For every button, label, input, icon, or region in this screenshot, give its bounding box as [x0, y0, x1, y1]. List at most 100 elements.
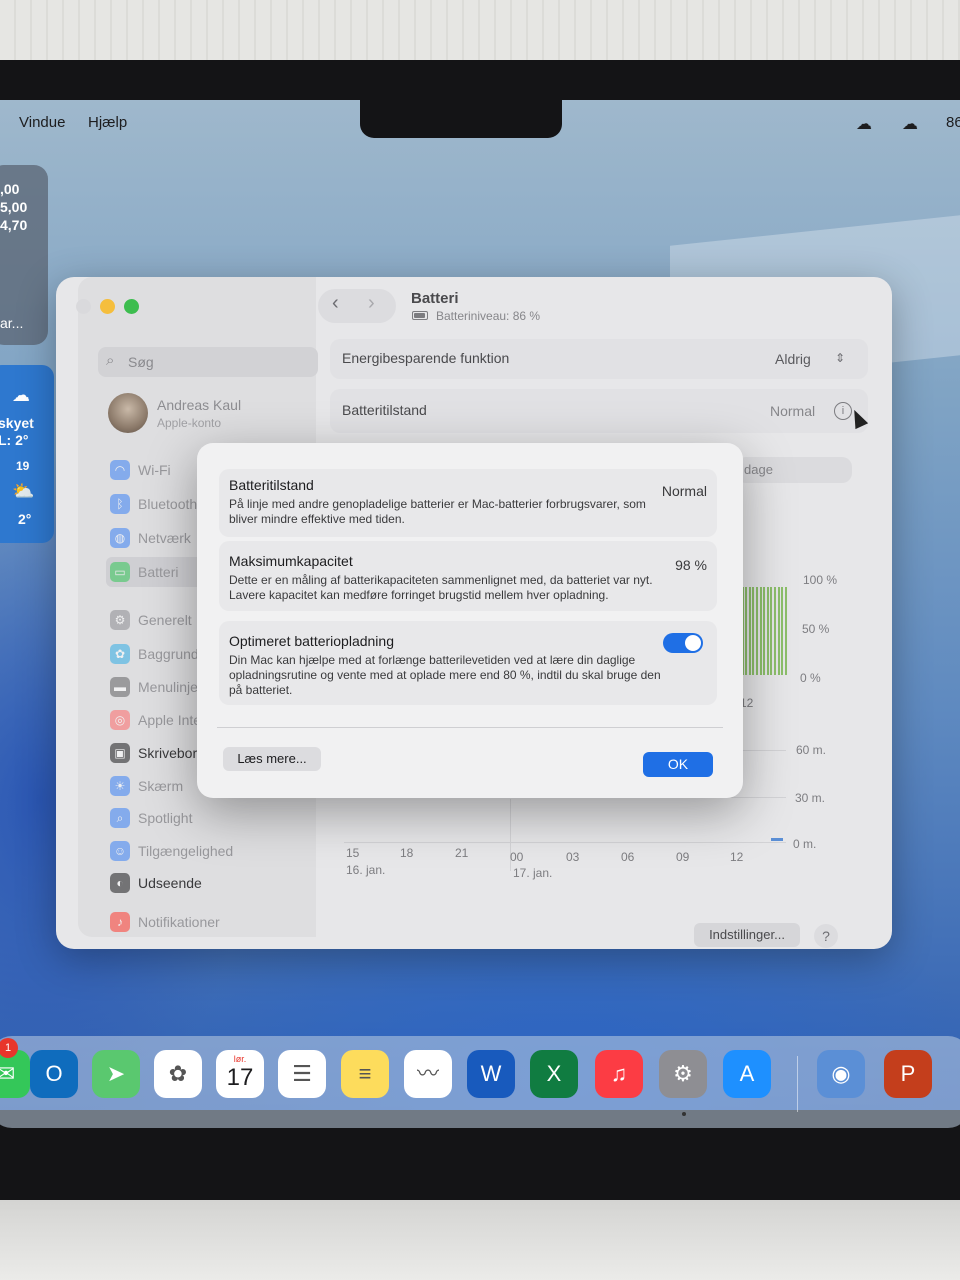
sidebar-item-label: Skærm — [138, 778, 184, 794]
usage-tick: 60 m. — [796, 743, 827, 757]
menubar-icon: ▬ — [110, 677, 130, 697]
freeform-icon[interactable]: 〰 — [404, 1050, 452, 1098]
sun-cloud-icon: ⛅ — [12, 481, 35, 501]
ok-button[interactable]: OK — [643, 752, 713, 777]
music-icon[interactable]: ♫ — [595, 1050, 643, 1098]
sidebar-item-label: Generelt — [138, 612, 192, 628]
time-tick: 03 — [566, 850, 580, 864]
sidebar-item-label: Baggrund — [138, 646, 199, 662]
usage-gridline — [344, 842, 786, 843]
notes-icon[interactable]: ≡ — [341, 1050, 389, 1098]
weather-widget[interactable]: ☁ skyet L: 2° 19 ⛅ 2° — [0, 365, 54, 543]
sidebar-item-label: Spotlight — [138, 810, 193, 826]
photos-icon[interactable]: ✿ — [154, 1050, 202, 1098]
stock-caption: ar... — [0, 315, 24, 331]
sidebar-item[interactable]: ☺ Tilgængelighed — [106, 836, 306, 866]
usage-tick: 0 m. — [793, 837, 817, 851]
sidebar-item-label: Menulinje — [138, 679, 198, 695]
battery-level-bar — [766, 587, 769, 675]
battery-health-label: Batteritilstand — [342, 402, 427, 418]
account-subtitle: Apple-konto — [157, 416, 222, 430]
outlook-icon[interactable]: O — [30, 1050, 78, 1098]
calendar-icon[interactable]: lør. 17 — [216, 1050, 264, 1098]
account-name[interactable]: Andreas Kaul — [157, 397, 241, 413]
running-indicator — [682, 1112, 686, 1116]
search-input[interactable]: ⌕ Søg — [98, 347, 318, 377]
battery-health-value: Normal — [770, 403, 816, 419]
sidebar-item[interactable]: ⌕ Spotlight — [106, 803, 306, 833]
battery-level-bar — [774, 587, 776, 675]
menu-help[interactable]: Hjælp — [88, 114, 127, 131]
zoom-icon[interactable] — [124, 299, 139, 314]
level-tick: 50 % — [802, 622, 830, 636]
globe-icon: ◍ — [110, 528, 130, 548]
optimized-charging-card: Optimeret batteriopladning Din Mac kan h… — [219, 621, 717, 705]
appearance-icon: ◐ — [110, 873, 130, 893]
learn-more-button[interactable]: Læs mere... — [223, 747, 321, 771]
energy-mode-row[interactable]: Energibesparende funktion Aldrig ⇕ — [330, 339, 868, 379]
calendar-day: 17 — [226, 1064, 254, 1091]
cloud-icon[interactable]: ☁ — [856, 114, 872, 134]
menubar-partial-text: 86 — [946, 114, 960, 131]
sun-icon: ☀ — [110, 776, 130, 796]
stocks-widget[interactable]: ,00 5,00 4,70 ar... — [0, 165, 48, 345]
battery-level-bar — [770, 587, 773, 675]
history-nav: ‹ › — [318, 289, 396, 323]
avatar[interactable] — [108, 393, 148, 433]
help-button[interactable]: ? — [814, 924, 838, 948]
battery-level-bar — [763, 587, 766, 675]
sidebar-item-label: Netværk — [138, 530, 191, 546]
battery-level: Batteriniveau: 86 % — [436, 309, 541, 323]
app-store-icon[interactable]: A — [723, 1050, 771, 1098]
drive-icon[interactable]: ◉ — [817, 1050, 865, 1098]
optimized-description: Din Mac kan hjælpe med at forlænge batte… — [229, 653, 661, 697]
menu-bar: Vindue Hjælp ☁ ☁ 86 — [0, 106, 960, 138]
time-tick: 06 — [621, 850, 635, 864]
capacity-description: Dette er en måling af batterikapaciteten… — [229, 573, 653, 602]
page-title: Batteri — [411, 290, 459, 307]
usage-tick: 30 m. — [795, 791, 826, 805]
battery-icon — [412, 311, 428, 320]
back-icon[interactable]: ‹ — [332, 292, 339, 315]
gear-icon: ⚙ — [110, 610, 130, 630]
sidebar-item-label: Wi-Fi — [138, 462, 171, 478]
system-settings-icon[interactable]: ⚙ — [659, 1050, 707, 1098]
settings-button[interactable]: Indstillinger... — [694, 923, 800, 947]
date-label: 16. jan. — [346, 863, 386, 877]
excel-icon[interactable]: X — [530, 1050, 578, 1098]
energy-mode-value[interactable]: Aldrig — [775, 351, 811, 367]
powerpoint-icon[interactable]: P — [884, 1050, 932, 1098]
flower-icon: ✿ — [110, 644, 130, 664]
optimized-charging-toggle[interactable] — [663, 633, 703, 653]
minimize-icon[interactable] — [100, 299, 115, 314]
stock-value: 4,70 — [0, 217, 28, 233]
battery-level-bars — [738, 587, 790, 675]
date-label: 17. jan. — [513, 866, 553, 880]
time-tick: 12 — [730, 850, 744, 864]
maps-icon[interactable]: ➤ — [92, 1050, 140, 1098]
dialog-divider — [217, 727, 723, 728]
spotlight-icon: ⌕ — [110, 808, 130, 828]
close-icon[interactable] — [76, 299, 91, 314]
sidebar-item[interactable]: ◐ Udseende — [106, 868, 306, 898]
energy-mode-label: Energibesparende funktion — [342, 350, 510, 366]
battery-level-bar — [781, 587, 784, 675]
accessibility-icon: ☺ — [110, 841, 130, 861]
word-icon[interactable]: W — [467, 1050, 515, 1098]
sidebar-item-label: Batteri — [138, 564, 179, 580]
weather-cloud-icon[interactable]: ☁ — [902, 114, 918, 134]
menu-window[interactable]: Vindue — [19, 114, 65, 131]
level-tick: 100 % — [803, 573, 838, 587]
battery-level-bar — [752, 587, 755, 675]
time-tick: 00 — [510, 850, 524, 864]
battery-level-bar — [748, 587, 751, 675]
battery-health-row: Batteritilstand Normal i — [330, 389, 868, 433]
optimized-title: Optimeret batteriopladning — [229, 633, 394, 649]
reminders-icon[interactable]: ☰ — [278, 1050, 326, 1098]
chevron-updown-icon[interactable]: ⇕ — [835, 351, 845, 365]
battery-icon: ▭ — [110, 562, 130, 582]
forward-icon[interactable]: › — [368, 292, 375, 315]
time-tick: 21 — [455, 846, 469, 860]
sidebar-item[interactable]: ♪ Notifikationer — [106, 907, 306, 937]
bluetooth-icon: ᛒ — [110, 494, 130, 514]
